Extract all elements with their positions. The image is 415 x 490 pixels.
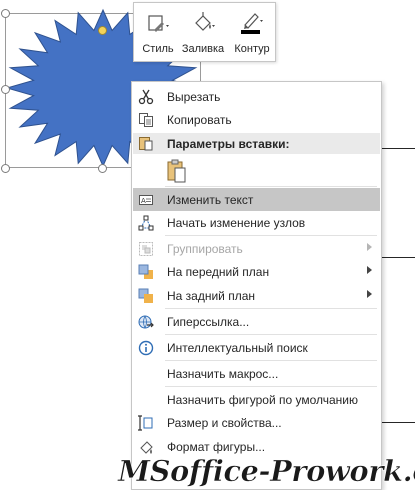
menu-item-label: Интеллектуальный поиск [167,341,308,355]
send-to-back-icon [138,288,153,303]
size-properties-icon [138,415,153,431]
mini-toolbar: Стиль Заливка Контур [133,2,276,62]
menu-item-label: Изменить текст [167,193,254,207]
hyperlink-icon [138,315,154,329]
menu-item-label: Гиперссылка... [167,315,250,329]
paste-clipboard-icon [167,159,186,183]
style-button[interactable]: Стиль [139,7,177,59]
watermark-text: MSoffice-Prowork.com [117,454,415,488]
clipboard-icon [139,137,153,151]
menu-item-hyperlink[interactable]: Гиперссылка... [133,310,380,333]
menu-item-group[interactable]: Группировать [133,237,380,260]
context-menu: Вырезать Копировать Параметры вставки: A [131,81,382,490]
menu-item-label: Назначить макрос... [167,367,279,381]
edit-text-icon: A [139,195,153,205]
document-line [382,257,415,258]
menu-separator [165,308,377,309]
submenu-arrow-icon [367,290,372,298]
resize-handle-left[interactable] [1,85,10,94]
menu-item-label: Назначить фигурой по умолчанию [167,393,359,407]
outline-label: Контур [234,43,270,55]
menu-item-send-to-back[interactable]: На задний план [133,284,380,307]
resize-handle-top-left[interactable] [1,9,10,18]
group-icon [139,242,153,256]
menu-item-set-default-shape[interactable]: Назначить фигурой по умолчанию [133,388,380,411]
pen-outline-icon [241,13,263,34]
menu-item-label: Начать изменение узлов [167,216,306,230]
menu-item-label: На передний план [167,265,270,279]
shape-style-icon [148,15,169,32]
resize-handle-bottom-left[interactable] [1,164,10,173]
menu-item-smart-lookup[interactable]: Интеллектуальный поиск [133,336,380,359]
paste-option-keep-source[interactable] [165,158,189,184]
menu-item-label: Вырезать [167,90,221,104]
menu-separator [165,360,377,361]
menu-item-label: Группировать [167,242,243,256]
submenu-arrow-icon [367,266,372,274]
svg-text:A: A [141,197,146,205]
menu-item-cut[interactable]: Вырезать [133,85,380,108]
menu-item-label: Копировать [167,113,232,127]
menu-separator [165,334,377,335]
watermark: MSoffice-Prowork.com [117,454,415,489]
menu-item-label: Размер и свойства... [167,416,282,430]
paint-bucket-icon [195,12,215,31]
submenu-arrow-icon [367,243,372,251]
menu-separator [165,235,377,236]
fill-label: Заливка [181,43,225,55]
menu-separator [165,386,377,387]
menu-item-copy[interactable]: Копировать [133,108,380,131]
scissors-icon [138,89,154,105]
document-line [382,148,415,149]
style-label: Стиль [142,43,174,55]
menu-item-label: На задний план [167,289,256,303]
menu-item-edit-text[interactable]: A Изменить текст [133,188,380,211]
edit-points-icon [138,215,154,231]
fill-button[interactable]: Заливка [179,7,227,59]
adjustment-handle[interactable] [98,26,107,35]
menu-item-size-and-properties[interactable]: Размер и свойства... [133,411,380,434]
bring-to-front-icon [138,264,153,279]
outline-button[interactable]: Контур [230,7,274,59]
menu-item-bring-to-front[interactable]: На передний план [133,260,380,283]
info-search-icon [138,340,154,356]
menu-separator [165,186,377,187]
copy-icon [139,113,153,127]
paste-options-header: Параметры вставки: [133,133,380,154]
paste-options-label: Параметры вставки: [167,137,290,151]
menu-item-assign-macro[interactable]: Назначить макрос... [133,362,380,385]
menu-item-edit-points[interactable]: Начать изменение узлов [133,211,380,234]
document-line [382,422,415,423]
resize-handle-bottom[interactable] [98,164,107,173]
